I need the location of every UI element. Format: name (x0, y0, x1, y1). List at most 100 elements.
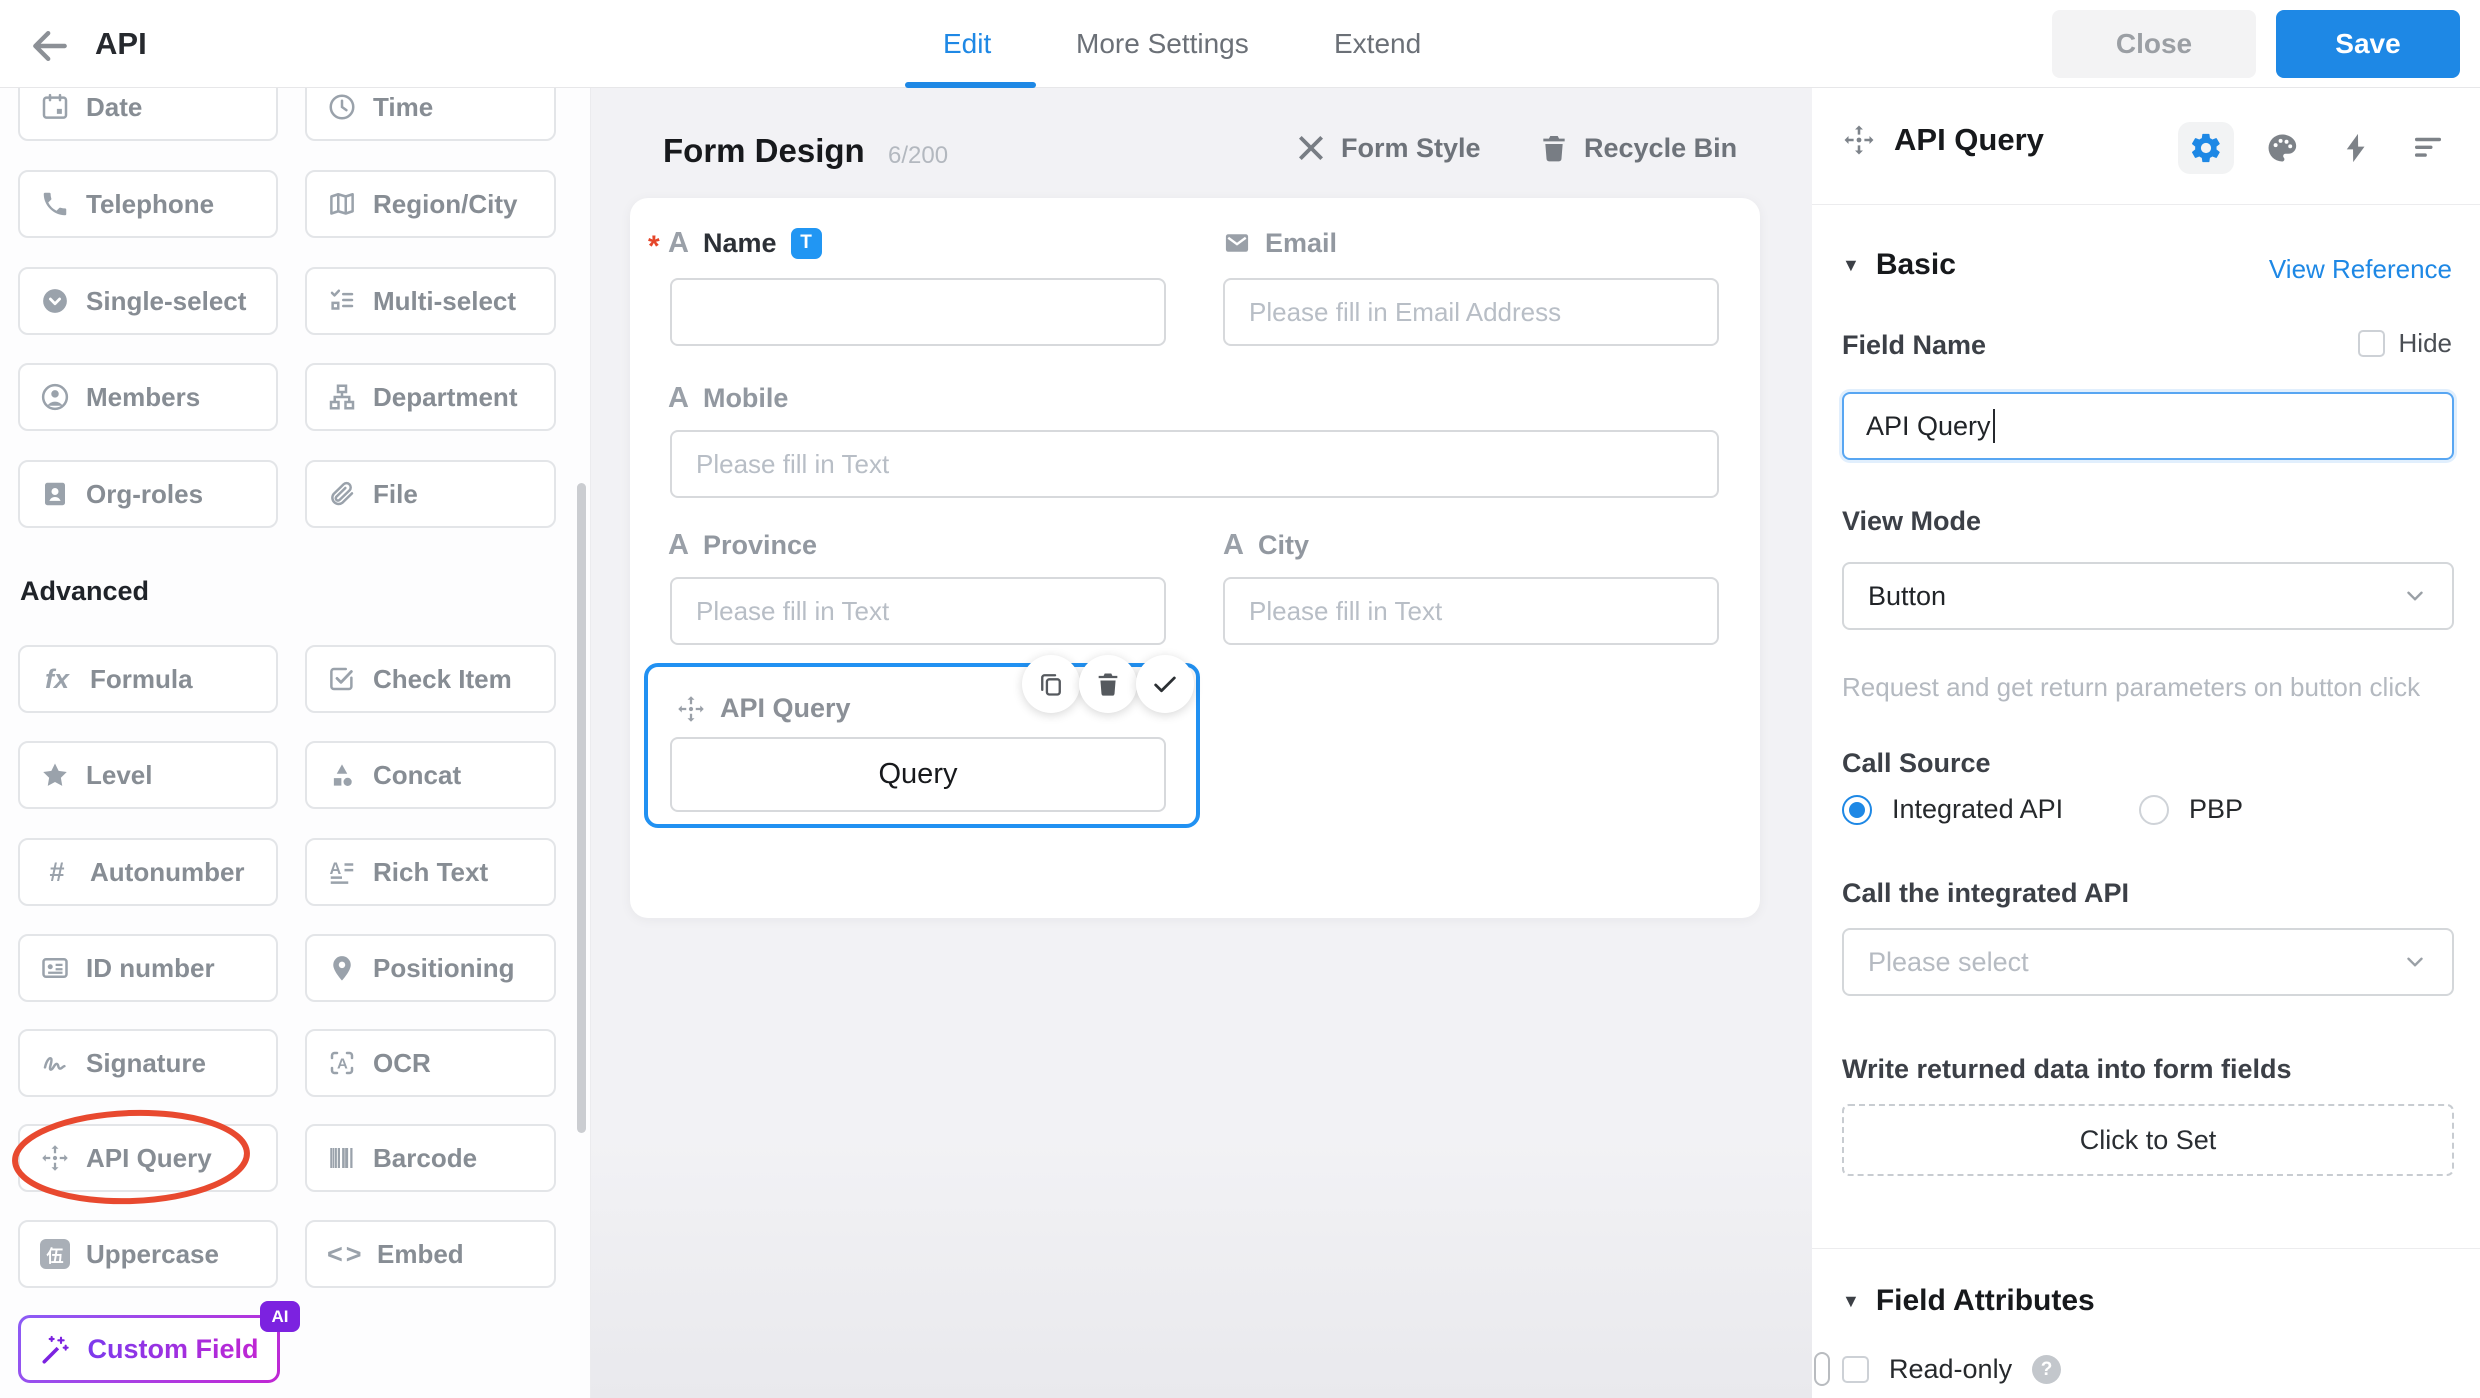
sidebar-item-api-query[interactable]: API Query (18, 1124, 278, 1192)
radio-pbp[interactable]: PBP (2139, 794, 2243, 825)
top-bar: API Edit More Settings Extend Close Save (0, 0, 2480, 88)
field-label-city: A City (1223, 528, 1309, 561)
hide-checkbox[interactable] (2357, 330, 2385, 357)
settings-tab-button[interactable] (2178, 122, 2234, 174)
active-tab-underline (905, 82, 1036, 88)
sidebar-item-label: Formula (90, 663, 193, 694)
sidebar-item-label: Time (373, 91, 434, 122)
recycle-bin-button[interactable]: Recycle Bin (1538, 132, 1737, 164)
sidebar-item-ocr[interactable]: OCR (305, 1029, 556, 1097)
sidebar-item-label: Barcode (373, 1142, 478, 1173)
uppercase-icon: 伍 (40, 1239, 70, 1269)
sidebar-item-single-select[interactable]: Single-select (18, 267, 278, 335)
sidebar-item-label: Multi-select (373, 285, 517, 316)
tools-icon (1295, 132, 1327, 164)
sidebar-item-region-city[interactable]: Region/City (305, 170, 556, 238)
tab-extend[interactable]: Extend (1334, 28, 1421, 60)
signature-icon (40, 1048, 70, 1078)
sidebar-item-file[interactable]: File (305, 460, 556, 528)
delete-field-button[interactable] (1079, 655, 1137, 713)
custom-field-label: Custom Field (87, 1333, 259, 1364)
name-input[interactable] (670, 278, 1166, 346)
confirm-field-button[interactable] (1136, 655, 1194, 713)
sidebar-scrollbar[interactable] (577, 483, 586, 1133)
lightning-icon (2339, 131, 2373, 165)
chevron-down-icon (2402, 583, 2428, 609)
field-name-input[interactable]: API Query (1842, 392, 2454, 460)
text-field-icon: A (1223, 528, 1244, 561)
sidebar-item-embed[interactable]: <> Embed (305, 1220, 556, 1288)
sidebar-item-members[interactable]: Members (18, 363, 278, 431)
sidebar-item-uppercase[interactable]: 伍 Uppercase (18, 1220, 278, 1288)
field-attributes-section-header[interactable]: ▼ Field Attributes (1842, 1284, 2095, 1318)
sidebar-item-level[interactable]: Level (18, 741, 278, 809)
sidebar-item-autonumber[interactable]: # Autonumber (18, 838, 278, 906)
field-label-mobile: A Mobile (668, 381, 789, 414)
pin-icon (327, 953, 357, 983)
divider (1812, 1248, 2480, 1249)
sidebar-item-label: Check Item (373, 663, 512, 694)
sidebar-item-label: Org-roles (86, 478, 204, 509)
radio-selected-icon[interactable] (1842, 794, 1872, 825)
envelope-icon (1223, 229, 1251, 257)
tab-more-settings[interactable]: More Settings (1076, 28, 1249, 60)
panel-scrollbar-thumb[interactable] (1814, 1352, 1830, 1386)
sidebar-item-check-item[interactable]: Check Item (305, 645, 556, 713)
province-input[interactable]: Please fill in Text (670, 577, 1166, 645)
sort-lines-icon (2411, 131, 2445, 165)
radio-integrated-api[interactable]: Integrated API (1842, 794, 2063, 825)
field-name-label: Field Name (1842, 330, 1987, 360)
gear-icon (2189, 131, 2223, 165)
move-icon (676, 694, 706, 724)
view-mode-select[interactable]: Button (1842, 562, 2454, 630)
sidebar-item-signature[interactable]: Signature (18, 1029, 278, 1097)
sidebar-item-label: Level (86, 759, 153, 790)
sidebar-item-department[interactable]: Department (305, 363, 556, 431)
read-only-checkbox[interactable] (1842, 1356, 1869, 1383)
mobile-input[interactable]: Please fill in Text (670, 430, 1719, 498)
sidebar-item-label: OCR (373, 1047, 431, 1078)
back-arrow-icon[interactable] (28, 24, 72, 68)
sidebar-item-multi-select[interactable]: Multi-select (305, 267, 556, 335)
shapes-icon (327, 760, 357, 790)
sidebar-item-positioning[interactable]: Positioning (305, 934, 556, 1002)
tab-edit[interactable]: Edit (943, 28, 991, 60)
field-settings-panel: API Query ▼ Basic View Reference Field N… (1812, 88, 2480, 1398)
sidebar-item-barcode[interactable]: Barcode (305, 1124, 556, 1192)
sidebar-item-id-number[interactable]: ID number (18, 934, 278, 1002)
form-style-button[interactable]: Form Style (1295, 132, 1481, 164)
copy-field-button[interactable] (1022, 655, 1080, 713)
email-input[interactable]: Please fill in Email Address (1223, 278, 1719, 346)
radio-unselected-icon[interactable] (2139, 794, 2169, 825)
basic-section-header[interactable]: ▼ Basic (1842, 248, 1956, 282)
text-caret (1992, 409, 1995, 443)
events-tab-button[interactable] (2328, 122, 2384, 174)
ai-badge: AI (260, 1301, 300, 1332)
city-input[interactable]: Please fill in Text (1223, 577, 1719, 645)
integrated-api-select[interactable]: Please select (1842, 928, 2454, 996)
custom-field-button[interactable]: Custom Field AI (18, 1301, 300, 1383)
sidebar-item-label: ID number (86, 952, 215, 983)
sidebar-item-telephone[interactable]: Telephone (18, 170, 278, 238)
field-palette-sidebar: Date Time Telephone Region/City Single-s… (0, 0, 590, 1398)
question-mark-icon[interactable]: ? (2032, 1355, 2062, 1384)
close-button[interactable]: Close (2052, 10, 2256, 78)
save-button[interactable]: Save (2276, 10, 2460, 78)
form-style-label: Form Style (1341, 132, 1481, 163)
divider (1812, 204, 2480, 205)
sidebar-item-label: API Query (86, 1142, 212, 1173)
conditions-tab-button[interactable] (2400, 122, 2456, 174)
view-reference-link[interactable]: View Reference (2269, 254, 2452, 285)
calendar-icon (40, 92, 70, 122)
trash-icon (1094, 670, 1122, 698)
hide-option: Hide (2357, 328, 2452, 359)
click-to-set-button[interactable]: Click to Set (1842, 1104, 2454, 1176)
sidebar-item-org-roles[interactable]: Org-roles (18, 460, 278, 528)
required-asterisk: * (648, 230, 660, 263)
sidebar-item-rich-text[interactable]: Rich Text (305, 838, 556, 906)
sidebar-item-concat[interactable]: Concat (305, 741, 556, 809)
sidebar-item-label: Embed (377, 1238, 464, 1269)
query-button[interactable]: Query (670, 737, 1166, 812)
sidebar-item-formula[interactable]: fx Formula (18, 645, 278, 713)
style-tab-button[interactable] (2254, 122, 2310, 174)
